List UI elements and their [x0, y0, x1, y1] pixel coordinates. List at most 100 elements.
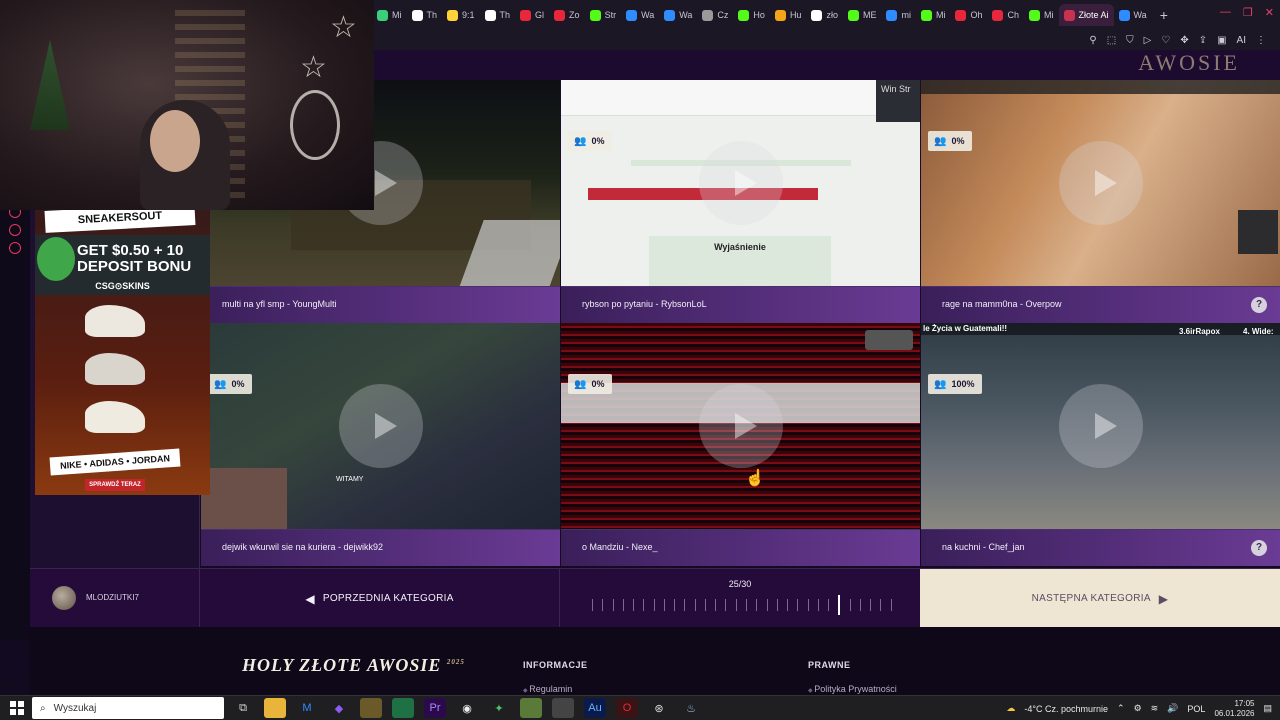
help-icon[interactable]: ? — [1251, 540, 1267, 556]
windows-start-icon[interactable] — [10, 701, 24, 715]
browser-tab[interactable]: 9:1 — [442, 4, 480, 26]
weather-text[interactable]: -4°C Cz. pochmurnie — [1024, 704, 1108, 714]
new-tab-button[interactable]: + — [1152, 7, 1176, 23]
tray-app-icon[interactable]: ⚙ — [1134, 703, 1142, 714]
browser-tab[interactable]: Th — [480, 4, 516, 26]
maximize-icon[interactable]: ❐ — [1243, 6, 1253, 19]
footer-link-regulations[interactable]: Regulamin — [523, 684, 572, 694]
app-icon[interactable] — [360, 698, 382, 718]
browser-tab[interactable]: Oh — [950, 4, 987, 26]
footer-logo[interactable]: HOLY ZŁOTE AWOSIE 2025 — [242, 655, 465, 676]
browser-tab[interactable]: Wa — [659, 4, 697, 26]
clip-title[interactable]: rybson po pytaniu - RybsonLoL — [582, 299, 707, 309]
browser-tab[interactable]: mi — [881, 4, 916, 26]
browser-tab[interactable]: Ho — [733, 4, 770, 26]
browser-tab[interactable]: Hu — [770, 4, 807, 26]
previous-category-button[interactable]: ◀ POPRZEDNIA KATEGORIA — [200, 569, 560, 628]
browser-tab[interactable]: Wa — [621, 4, 659, 26]
minimize-icon[interactable]: — — [1220, 6, 1231, 19]
clip-card[interactable]: WITAMY 👥 0% dejwik wkurwil sie na kurier… — [201, 323, 560, 566]
browser-icon[interactable] — [552, 698, 574, 718]
username[interactable]: MLODZIUTKI7 — [86, 593, 139, 602]
menu-icon[interactable]: ⋮ — [1256, 35, 1266, 46]
site-logo[interactable]: AWOSIE — [1138, 50, 1240, 76]
heart-icon[interactable]: ♡ — [1161, 35, 1170, 46]
avatar[interactable] — [52, 586, 76, 610]
clip-card[interactable]: Wyjaśnienie Win Str 👥 0% rybson po pytan… — [561, 80, 920, 323]
progress-tick — [766, 599, 768, 611]
previous-category-label: POPRZEDNIA KATEGORIA — [322, 593, 454, 604]
taskbar-search[interactable]: ⌕ Wyszukaj — [32, 697, 224, 719]
ad-banner[interactable]: SNEAKERSOUT GET $0.50 + 10 DEPOSIT BONU … — [35, 205, 210, 495]
chatgpt-icon[interactable]: ⊛ — [648, 698, 670, 718]
footer-link-privacy[interactable]: Polityka Prywatności — [808, 684, 897, 694]
obs-icon[interactable]: ◉ — [456, 698, 478, 718]
minecraft-icon[interactable] — [520, 698, 542, 718]
leaderboard-text: 3.6irRapox — [1179, 327, 1220, 336]
play-button[interactable] — [698, 384, 783, 468]
progress-tick — [612, 599, 614, 611]
refresh-icon[interactable] — [9, 224, 21, 236]
clip-card[interactable]: 👥 0% rage na mamm0na - Overpow ? — [921, 80, 1280, 323]
next-category-button[interactable]: NASTĘPNA KATEGORIA ▶ — [920, 569, 1280, 628]
clip-card[interactable]: 👥 0% o Mandziu - Nexe_ — [561, 323, 920, 566]
browser-tab[interactable]: Złote Ai — [1058, 4, 1114, 26]
settings-icon[interactable] — [9, 242, 21, 254]
obsidian-icon[interactable]: ◆ — [328, 698, 350, 718]
language-indicator[interactable]: POL — [1187, 704, 1205, 714]
play-icon[interactable]: ▷ — [1144, 35, 1152, 46]
browser-tab[interactable]: zło — [806, 4, 843, 26]
close-icon[interactable]: ✕ — [1265, 6, 1274, 19]
browser-tab[interactable]: Mi — [916, 4, 951, 26]
browser-tab[interactable]: Cz — [697, 4, 733, 26]
clock[interactable]: 17:05 06.01.2026 — [1214, 699, 1254, 719]
malwarebytes-icon[interactable]: M — [296, 698, 318, 718]
tab-favicon-icon — [554, 9, 566, 21]
browser-tab[interactable]: Gl — [515, 4, 549, 26]
tab-label: 9:1 — [462, 10, 475, 20]
screenshot-icon[interactable]: ⬚ — [1107, 35, 1116, 46]
play-button[interactable] — [338, 384, 423, 468]
user-profile[interactable]: MLODZIUTKI7 — [30, 569, 200, 628]
excel-icon[interactable] — [392, 698, 414, 718]
steam-icon[interactable]: ♨ — [680, 698, 702, 718]
app-icon[interactable]: ✦ — [488, 698, 510, 718]
clip-card[interactable]: le Życia w Guatemali!! 3.6irRapox 4. Wid… — [921, 323, 1280, 566]
play-button[interactable] — [698, 141, 783, 225]
browser-tab[interactable]: Th — [407, 4, 443, 26]
extensions-icon[interactable]: ✥ — [1180, 35, 1188, 46]
file-explorer-icon[interactable] — [264, 698, 286, 718]
premiere-icon[interactable]: Pr — [424, 698, 446, 718]
help-icon[interactable]: ? — [1251, 297, 1267, 313]
browser-tab[interactable]: Wa — [1114, 4, 1152, 26]
share-icon[interactable]: ⇪ — [1199, 35, 1207, 46]
desk-fan — [290, 90, 340, 160]
chat-icon[interactable] — [865, 330, 913, 350]
ai-button[interactable]: AI — [1237, 35, 1246, 46]
wifi-icon[interactable]: ≋ — [1151, 703, 1159, 714]
chevron-up-icon[interactable]: ⌃ — [1117, 703, 1125, 714]
notifications-icon[interactable]: ▤ — [1263, 703, 1272, 714]
clip-title[interactable]: o Mandziu - Nexe_ — [582, 542, 658, 552]
volume-icon[interactable]: 🔊 — [1167, 703, 1178, 714]
pin-icon[interactable]: ⚲ — [1089, 35, 1096, 46]
browser-tab[interactable]: Ch — [987, 4, 1024, 26]
audition-icon[interactable]: Au — [584, 698, 606, 718]
weather-icon[interactable]: ☁ — [1006, 703, 1015, 714]
shield-icon[interactable]: ⛉ — [1126, 35, 1134, 46]
clip-title[interactable]: rage na mamm0na - Overpow — [942, 299, 1062, 309]
clip-title[interactable]: na kuchni - Chef_jan — [942, 542, 1025, 552]
clip-title[interactable]: multi na yfl smp - YoungMulti — [222, 299, 337, 309]
browser-tab[interactable]: Str — [585, 4, 622, 26]
browser-tab[interactable]: ME — [843, 4, 882, 26]
browser-tab[interactable]: Zo — [549, 4, 585, 26]
browser-tab[interactable]: Mi — [372, 4, 407, 26]
browser-tab[interactable]: Mi — [1024, 4, 1059, 26]
clip-title[interactable]: dejwik wkurwil sie na kuriera - dejwikk9… — [222, 542, 383, 552]
play-button[interactable] — [1058, 141, 1143, 225]
opera-icon[interactable]: O — [616, 698, 638, 718]
ad-cta-button[interactable]: SPRAWDŹ TERAZ — [85, 479, 145, 491]
task-view-icon[interactable]: ⧉ — [232, 698, 254, 718]
play-button[interactable] — [1058, 384, 1143, 468]
wallet-icon[interactable]: ▣ — [1217, 35, 1226, 46]
